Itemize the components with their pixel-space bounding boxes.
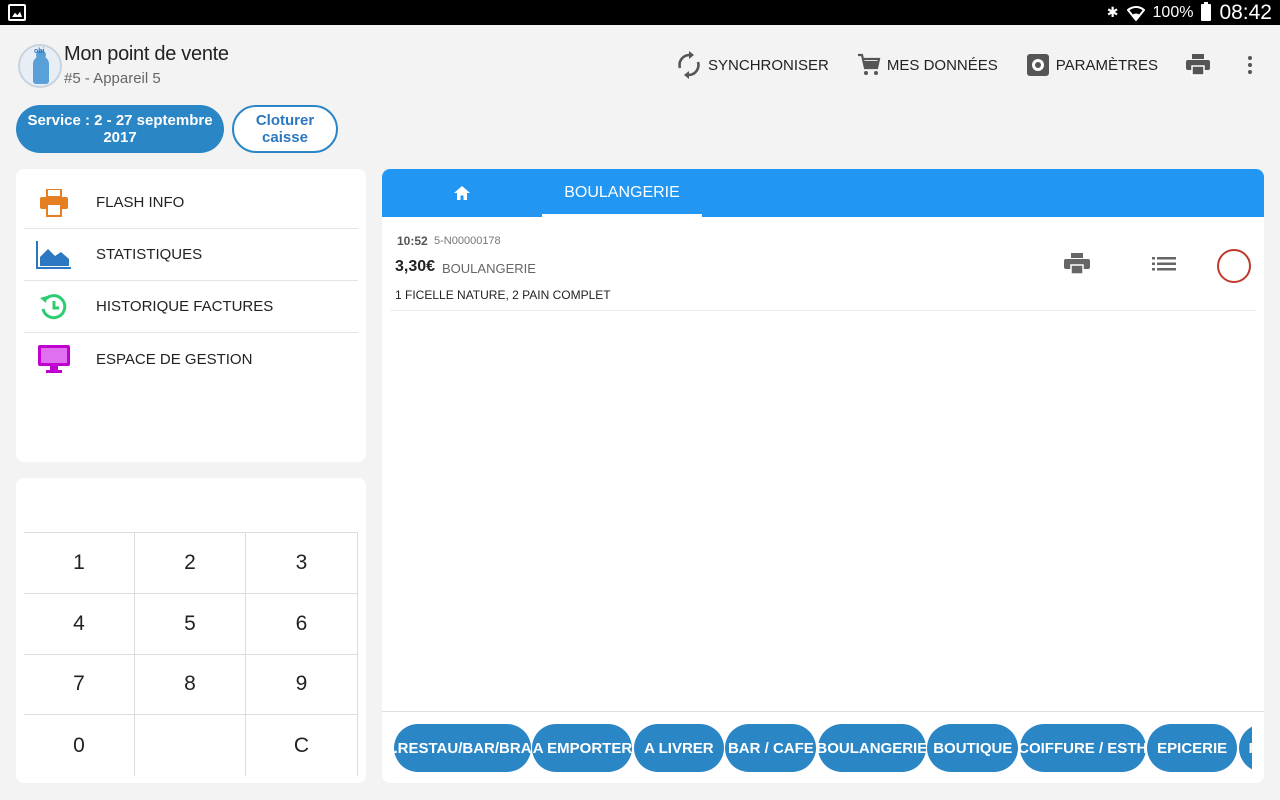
order-row[interactable]: 10:52 5-N00000178 3,30€ BOULANGERIE 1 FI… [390,217,1256,311]
battery-icon [1201,2,1212,21]
sync-icon [678,51,700,79]
key-clear[interactable]: C [246,715,357,776]
menu-item-invoice-history[interactable]: HISTORIQUE FACTURES [24,281,358,333]
menu-item-management[interactable]: ESPACE DE GESTION [24,333,358,385]
clock: 08:42 [1219,0,1272,24]
category-boutique[interactable]: BOUTIQUE [927,724,1019,772]
key-1[interactable]: 1 [24,533,135,594]
monitor-icon [36,344,72,374]
gallery-notification-icon [8,4,26,21]
battery-percent: 100% [1152,3,1194,21]
printer-icon [1064,253,1090,275]
category-a-livrer[interactable]: A LIVRER [633,724,724,772]
key-7[interactable]: 7 [24,654,135,716]
history-icon [36,292,72,322]
close-register-button[interactable]: Cloturer caisse [232,105,338,153]
tab-bar: BOULANGERIE [382,169,1264,217]
area-chart-icon [36,240,72,270]
category-bar-cafe[interactable]: BAR / CAFE [725,724,817,772]
key-9[interactable]: 9 [246,655,357,716]
overflow-menu-icon[interactable] [1240,56,1260,74]
settings-label: PARAMÈTRES [1055,56,1158,74]
category-a-emporter[interactable]: A EMPORTER [532,724,633,772]
order-items: 1 FICELLE NATURE, 2 PAIN COMPLET [395,288,611,302]
key-4[interactable]: 4 [24,593,135,655]
my-data-button[interactable]: MES DONNÉES [857,53,998,77]
key-8[interactable]: 8 [135,654,246,716]
cart-icon [857,53,881,75]
order-details-button[interactable] [1152,253,1176,280]
settings-button[interactable]: PARAMÈTRES [1026,53,1158,77]
order-status-indicator[interactable] [1217,249,1251,283]
key-0[interactable]: 0 [24,715,135,776]
header-actions: SYNCHRONISER MES DONNÉES PARAMÈTRES [648,50,1260,80]
menu-item-label: FLASH INFO [96,194,185,211]
order-price: 3,30€ [395,258,436,275]
wifi-icon [1126,5,1145,21]
order-print-button[interactable] [1064,253,1090,280]
tab-home[interactable] [382,169,542,217]
status-bar: ✱ 100% 08:42 [0,0,1280,25]
category-boulangerie[interactable]: BOULANGERIE [816,724,927,772]
category-coiffure[interactable]: COIFFURE / ESTH [1018,724,1147,772]
my-data-label: MES DONNÉES [886,56,998,74]
device-subtitle: #5 - Appareil 5 [64,70,161,87]
category-restau-bar[interactable]: .RESTAU/BAR/BRA [394,724,532,772]
key-2[interactable]: 2 [135,533,246,594]
key-3[interactable]: 3 [246,533,357,594]
keypad-panel: 1 2 3 4 5 6 7 8 9 0 C [16,478,366,783]
menu-item-statistics[interactable]: STATISTIQUES [24,229,358,281]
gear-icon [1026,54,1049,76]
logo-text: obi [34,48,45,55]
key-blank[interactable] [135,715,246,776]
service-button[interactable]: Service : 2 - 27 septembre 2017 [16,105,224,153]
list-icon [1152,257,1176,271]
key-6[interactable]: 6 [246,594,357,655]
category-fleur[interactable]: FLEU [1238,724,1252,772]
key-5[interactable]: 5 [135,593,246,655]
sync-label: SYNCHRONISER [708,56,829,74]
home-icon [454,186,470,200]
sync-button[interactable]: SYNCHRONISER [676,51,829,79]
printer-icon [1186,54,1210,76]
menu-item-label: HISTORIQUE FACTURES [96,298,274,315]
app-logo: obi [18,44,62,88]
category-bar: .RESTAU/BAR/BRA A EMPORTER A LIVRER BAR … [382,711,1264,783]
menu-item-label: STATISTIQUES [96,246,203,263]
status-bar-right: ✱ 100% 08:42 [1107,0,1272,25]
numeric-keypad: 1 2 3 4 5 6 7 8 9 0 C [24,532,358,776]
page-title: Mon point de vente [64,43,229,65]
bluetooth-icon: ✱ [1106,4,1119,20]
order-time: 10:52 [397,234,428,248]
print-button[interactable] [1186,54,1210,76]
category-epicerie[interactable]: EPICERIE [1147,724,1238,772]
menu-item-flash-info[interactable]: FLASH INFO [24,177,358,229]
side-menu: FLASH INFO STATISTIQUES HISTORIQUE FACTU… [16,169,366,462]
category-list: .RESTAU/BAR/BRA A EMPORTER A LIVRER BAR … [394,724,1252,774]
printer-icon [36,188,72,218]
orders-panel: BOULANGERIE 10:52 5-N00000178 3,30€ BOUL… [382,169,1264,783]
order-category: BOULANGERIE [442,261,536,276]
order-number: 5-N00000178 [434,235,501,247]
tab-boulangerie[interactable]: BOULANGERIE [542,169,702,217]
menu-item-label: ESPACE DE GESTION [96,350,253,368]
